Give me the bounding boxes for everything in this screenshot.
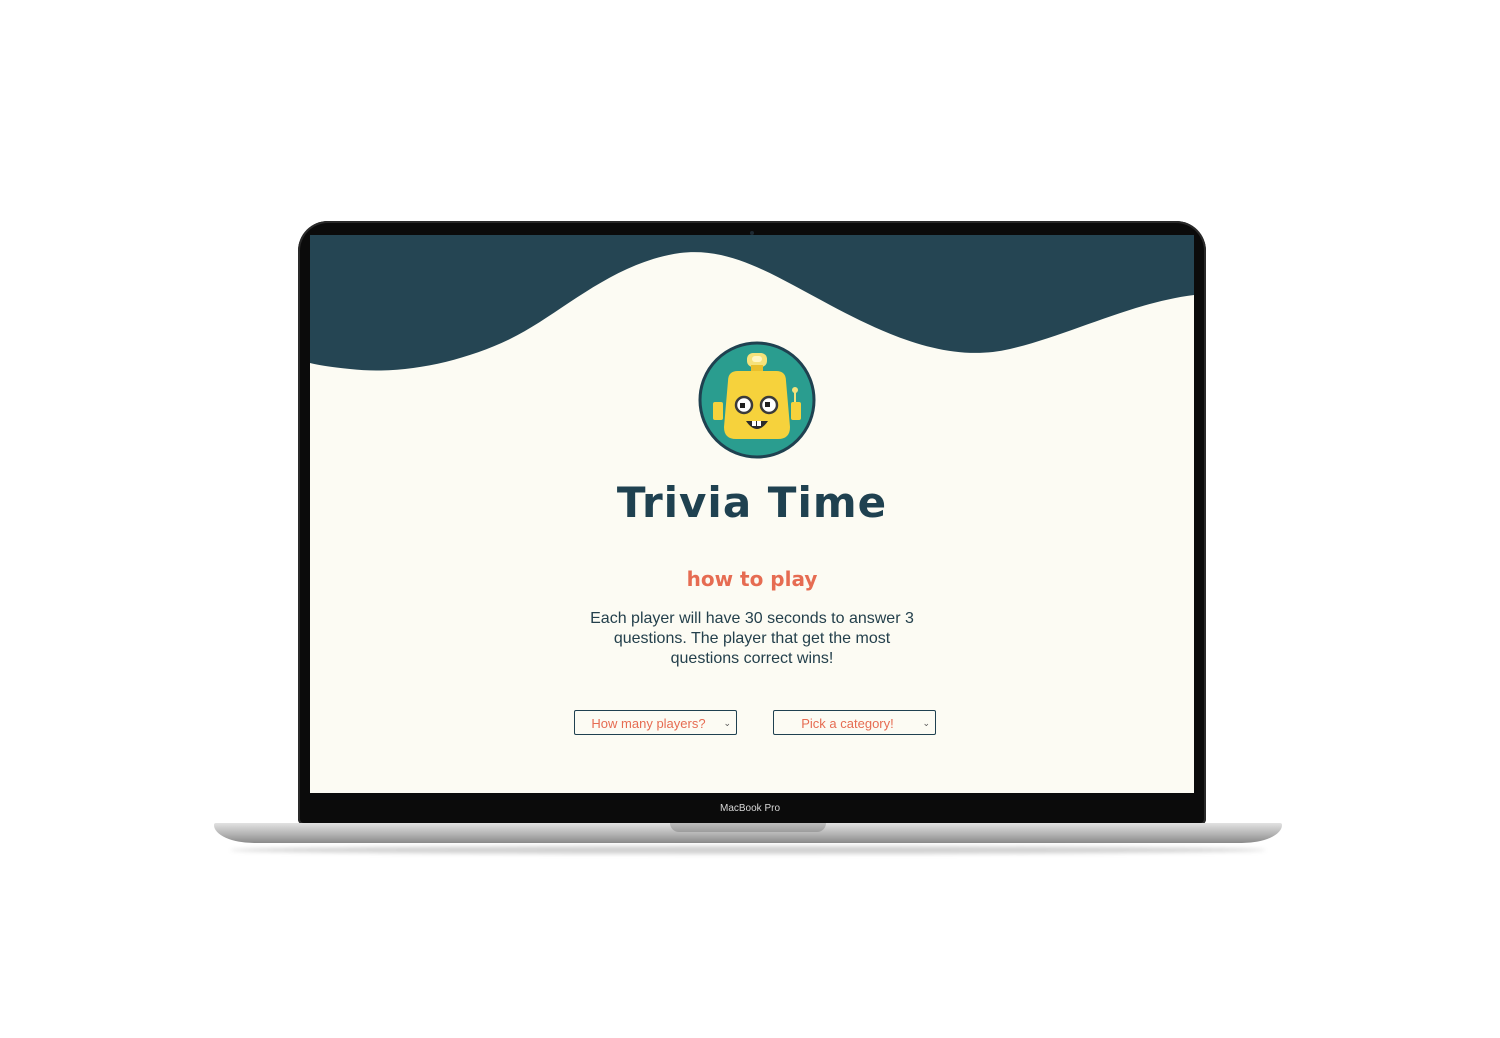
mockup-stage: Trivia Time how to play Each player will… [0,0,1500,1038]
page-title: Trivia Time [616,478,888,527]
chevron-down-icon: ⌄ [922,718,930,728]
category-select[interactable]: Pick a category! ⌄ [773,710,936,735]
chevron-down-icon: ⌄ [723,718,731,728]
device-label: MacBook Pro [719,803,781,814]
rules-description: Each player will have 30 seconds to answ… [590,610,914,667]
robot-logo-icon [698,341,816,459]
app-screen: Trivia Time how to play Each player will… [310,235,1194,793]
category-select-value: Pick a category! [801,716,894,731]
laptop-shadow [230,846,1266,854]
how-to-play-heading: how to play [686,567,818,591]
players-select-value: How many players? [591,716,706,731]
players-select[interactable]: How many players? ⌄ [574,710,737,735]
laptop-notch [670,823,826,832]
